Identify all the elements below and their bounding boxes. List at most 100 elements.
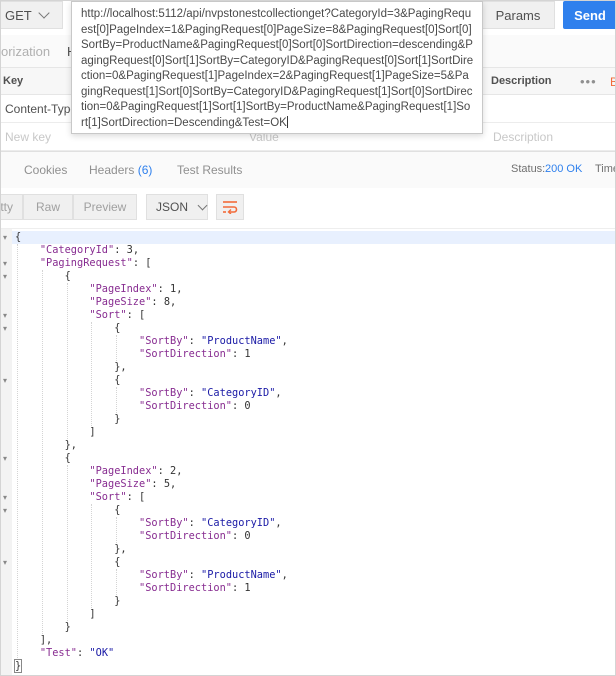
fold-toggle-icon[interactable]: ▾	[3, 309, 7, 322]
json-line: "Sort": [	[15, 309, 288, 322]
json-token-pun: :	[188, 517, 202, 529]
json-line: {	[15, 556, 288, 569]
json-line: "SortBy": "CategoryID",	[15, 387, 288, 400]
json-token-pun: {	[64, 270, 71, 282]
json-line: "SortDirection": 1	[15, 348, 288, 361]
json-token-num: 1	[244, 348, 251, 360]
fold-toggle-icon[interactable]: ▾	[3, 491, 7, 504]
new-description-input[interactable]: Description	[493, 130, 553, 144]
json-line: },	[15, 543, 288, 556]
chevron-down-icon	[38, 7, 50, 19]
json-line: {	[15, 452, 288, 465]
json-token-num: 0	[244, 400, 251, 412]
json-line: },	[15, 439, 288, 452]
json-token-pun: :	[151, 296, 164, 308]
json-token-key: "PageIndex"	[89, 465, 158, 477]
time-label: Time	[595, 163, 615, 175]
json-token-str: "CategoryID"	[201, 387, 276, 399]
json-token-pun: :	[188, 387, 202, 399]
tab-cookies[interactable]: Cookies	[24, 163, 67, 177]
json-token-pun: :	[232, 348, 245, 360]
view-pretty-button[interactable]: tty	[1, 194, 23, 220]
json-token-pun: ,	[176, 283, 183, 295]
json-token-pun: }	[13, 659, 23, 673]
json-token-pun: ],	[39, 634, 53, 646]
json-lines: { "CategoryId": 3, "PagingRequest": [ { …	[13, 231, 288, 673]
bulk-edit-link[interactable]: B	[610, 75, 615, 89]
json-line: },	[15, 361, 288, 374]
new-key-input[interactable]: New key	[5, 130, 51, 144]
fold-toggle-icon[interactable]: ▾	[3, 257, 7, 270]
status-label: Status:	[511, 163, 546, 175]
send-button[interactable]: Send	[563, 1, 615, 29]
tab-authorization[interactable]: orization	[1, 44, 50, 59]
json-line: ]	[15, 608, 288, 621]
json-token-key: "SortDirection"	[139, 582, 232, 594]
view-raw-button[interactable]: Raw	[23, 194, 73, 220]
json-line: "SortBy": "ProductName",	[15, 335, 288, 348]
json-token-key: "SortDirection"	[139, 348, 232, 360]
json-token-str: "OK"	[89, 647, 115, 659]
fold-toggle-icon[interactable]: ▾	[3, 556, 7, 569]
format-select[interactable]: JSON	[146, 194, 208, 220]
fold-toggle-icon[interactable]: ▾	[3, 231, 7, 244]
fold-toggle-icon[interactable]: ▾	[3, 452, 7, 465]
json-token-pun: ,	[275, 517, 282, 529]
json-token-pun: {	[114, 322, 121, 334]
fold-toggle-icon[interactable]: ▾	[3, 270, 7, 283]
params-button[interactable]: Params	[481, 1, 555, 29]
json-token-pun: : [	[132, 257, 152, 269]
more-options-icon[interactable]: •••	[580, 74, 597, 89]
header-key[interactable]: Content-Type	[5, 102, 77, 116]
format-label: JSON	[156, 200, 189, 214]
view-preview-button[interactable]: Preview	[73, 194, 137, 220]
fold-toggle-icon[interactable]: ▾	[3, 504, 7, 517]
tab-response-headers[interactable]: Headers (6)	[89, 163, 152, 177]
json-token-key: "SortBy"	[139, 335, 189, 347]
json-token-pun: }	[114, 595, 121, 607]
json-token-pun: :	[188, 335, 202, 347]
json-token-pun: ,	[281, 569, 288, 581]
json-token-pun: :	[151, 478, 164, 490]
json-token-pun: ,	[132, 244, 140, 256]
json-line: }	[15, 595, 288, 608]
app-window: GET Params Send orization H Key Descript…	[0, 0, 616, 676]
method-select[interactable]: GET	[1, 1, 63, 29]
wrap-lines-button[interactable]	[216, 194, 244, 220]
json-token-pun: }	[114, 413, 121, 425]
json-line: "Test": "OK"	[15, 647, 288, 660]
tab-headers-label: Headers	[89, 163, 135, 177]
fold-toggle-icon[interactable]: ▾	[3, 322, 7, 335]
json-token-pun: :	[157, 283, 171, 295]
fold-toggle-icon[interactable]: ▾	[3, 374, 7, 387]
response-body[interactable]: ▾ ▾ ▾ ▾ ▾ ▾ ▾ ▾ ▾ ▾ { "CategoryId": 3, "PagingReq…	[1, 228, 615, 675]
tab-test-results[interactable]: Test Results	[177, 163, 242, 177]
json-line: }	[13, 659, 288, 673]
json-token-key: "Sort"	[89, 491, 127, 503]
chevron-down-icon	[197, 200, 208, 210]
json-line: "PageIndex": 2,	[15, 465, 288, 478]
json-line: ]	[15, 426, 288, 439]
json-line: {	[15, 374, 288, 387]
json-token-pun: ,	[281, 335, 288, 347]
json-token-pun: {	[114, 374, 121, 386]
json-token-pun: :	[232, 582, 245, 594]
json-token-key: "SortDirection"	[139, 400, 232, 412]
json-line: {	[15, 270, 288, 283]
json-token-pun: {	[64, 452, 71, 464]
url-input-expanded[interactable]: http://localhost:5112/api/nvpstonestcoll…	[71, 1, 483, 134]
json-line: "PageIndex": 1,	[15, 283, 288, 296]
json-token-str: "ProductName"	[201, 569, 282, 581]
